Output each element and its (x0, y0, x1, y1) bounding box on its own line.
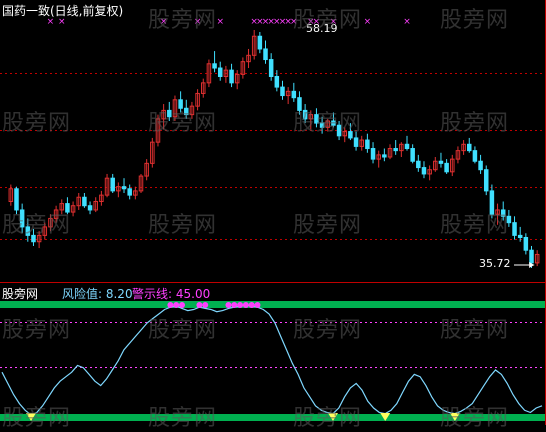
low-price-label: 35.72 (479, 257, 511, 270)
candle-body (523, 236, 529, 251)
overbought-marker (231, 302, 238, 308)
overbought-marker (196, 302, 203, 308)
candle-body (257, 35, 263, 50)
candle-body (370, 148, 376, 160)
candle-body (353, 137, 359, 147)
candle-body (274, 75, 280, 88)
signal-marker: × (216, 17, 224, 27)
watermark: 股旁网 (148, 213, 218, 238)
candle-body (217, 67, 223, 77)
watermark: 股旁网 (440, 111, 510, 136)
candle-body (291, 90, 297, 99)
candle-body (478, 160, 483, 171)
watermark: 股旁网 (148, 318, 218, 343)
overbought-marker (237, 302, 244, 308)
candle-body (82, 196, 87, 207)
watermark: 股旁网 (440, 213, 510, 238)
overbought-marker (242, 302, 249, 308)
candle-body (517, 234, 523, 238)
watermark: 股旁网 (293, 406, 363, 431)
watermark: 股旁网 (148, 406, 218, 431)
candle-body (127, 188, 132, 196)
candle-body (393, 148, 398, 152)
watermark: 股旁网 (293, 318, 363, 343)
candle-body (268, 59, 274, 77)
overbought-marker (167, 302, 174, 308)
candle-body (404, 143, 410, 150)
watermark: 股旁网 (440, 406, 510, 431)
price-chart-panel[interactable]: × × × × × × × × × × × × × × × × × × 国药一致(日线,前复权) 58.19 35… (0, 0, 546, 283)
candle-body (438, 160, 444, 164)
overbought-marker (173, 302, 180, 308)
overbought-marker (248, 302, 255, 308)
candle-body (212, 63, 217, 69)
watermark: 股旁网 (148, 111, 218, 136)
watermark: 股旁网 (440, 8, 510, 33)
candle-body (365, 139, 370, 150)
overbought-marker (202, 302, 209, 308)
chart-title: 国药一致(日线,前复权) (2, 4, 124, 18)
overbought-marker (225, 302, 232, 308)
candle-body (229, 69, 234, 84)
watermark: 股旁网 (148, 8, 218, 33)
candle-body (529, 249, 534, 264)
candle-body (280, 86, 285, 97)
overbought-marker (179, 302, 185, 308)
candle-body (472, 150, 478, 162)
overbought-marker (254, 302, 261, 308)
watermark: 股旁网 (293, 213, 363, 238)
candle-body (110, 177, 115, 192)
candle-body (421, 167, 427, 175)
candle-body (410, 148, 415, 162)
candle-body (263, 48, 268, 61)
watermark: 股旁网 (293, 111, 363, 136)
upper-band (0, 301, 546, 308)
watermark: 股旁网 (2, 318, 72, 343)
candle-body (512, 222, 517, 236)
warning-line-label: 警示线: 45.00 (132, 287, 211, 301)
signal-marker: × (364, 17, 372, 27)
candle-body (416, 160, 421, 169)
candle-body (382, 154, 387, 158)
candle-body (444, 162, 449, 173)
watermark: 股旁网 (2, 213, 72, 238)
candle-body (121, 186, 127, 190)
watermark: 股旁网 (2, 111, 72, 136)
candlestick-chart: × × × × × ×××××××× ×× × × × (0, 0, 546, 283)
watermark: 股旁网 (293, 8, 363, 33)
risk-value-label: 风险值: 8.20 (62, 287, 133, 301)
candle-body (467, 143, 472, 152)
signal-marker: × (403, 17, 411, 27)
watermark: 股旁网 (440, 318, 510, 343)
indicator-name: 股旁网 (2, 287, 39, 301)
watermark: 股旁网 (2, 406, 72, 431)
candle-body (87, 205, 93, 211)
candle-body (483, 169, 489, 192)
